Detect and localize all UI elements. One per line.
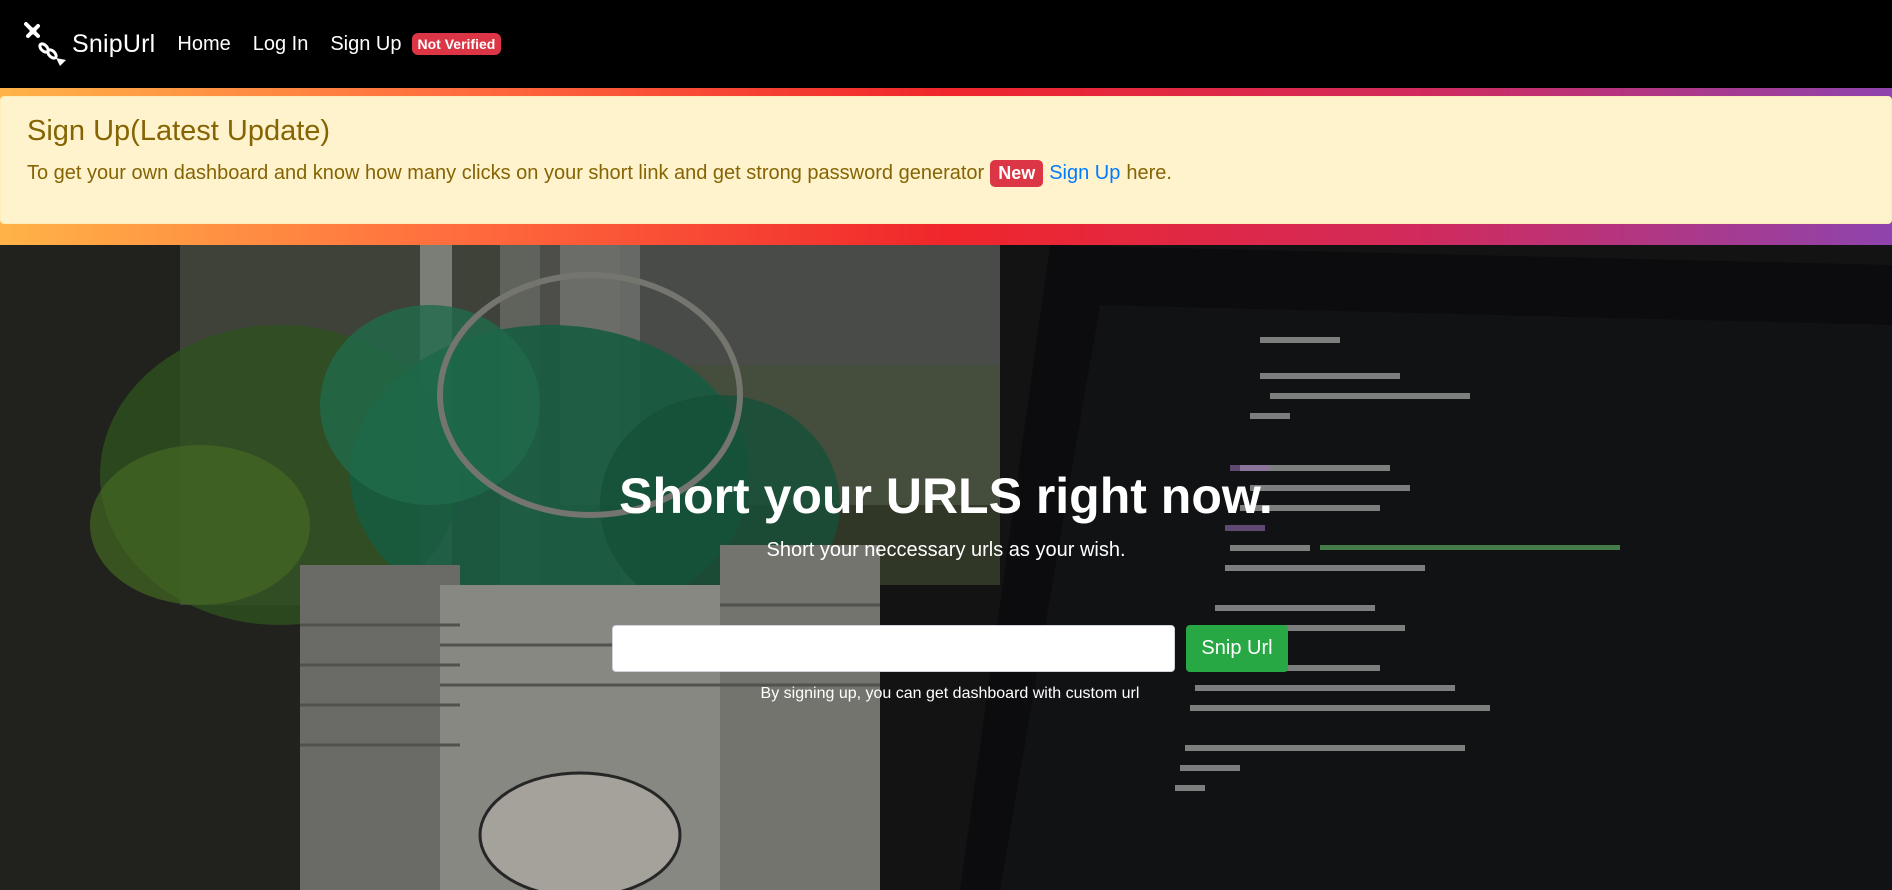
scissors-link-icon: [22, 20, 70, 68]
snip-url-button[interactable]: Snip Url: [1186, 625, 1288, 672]
hero-section: Short your URLS right now. Short your ne…: [0, 245, 1892, 890]
hero-subtitle: Short your neccessary urls as your wish.: [766, 539, 1126, 561]
snip-url-form: Snip Url: [612, 625, 1288, 672]
nav-home[interactable]: Home: [177, 33, 230, 56]
hero-title: Short your URLS right now.: [619, 468, 1273, 524]
update-alert: Sign Up(Latest Update) To get your own d…: [0, 96, 1892, 224]
new-badge: New: [990, 160, 1044, 187]
verification-status-badge: Not Verified: [411, 33, 502, 55]
alert-message: To get your own dashboard and know how m…: [27, 160, 1865, 187]
alert-text: To get your own dashboard and know how m…: [27, 162, 985, 184]
nav-log-in[interactable]: Log In: [253, 33, 309, 56]
alert-heading: Sign Up(Latest Update): [27, 115, 331, 147]
brand-name: SnipUrl: [72, 29, 156, 58]
nav-sign-up[interactable]: Sign Up: [330, 33, 401, 56]
navbar: SnipUrl Home Log In Sign Up Not Verified: [0, 0, 1892, 88]
url-input[interactable]: [612, 625, 1175, 672]
alert-sign-up-link[interactable]: Sign Up: [1049, 162, 1120, 185]
hero-background-image: [0, 245, 1892, 890]
alert-suffix: here.: [1126, 162, 1172, 184]
hero-note: By signing up, you can get dashboard wit…: [760, 685, 1140, 702]
brand-link[interactable]: SnipUrl: [22, 20, 155, 68]
